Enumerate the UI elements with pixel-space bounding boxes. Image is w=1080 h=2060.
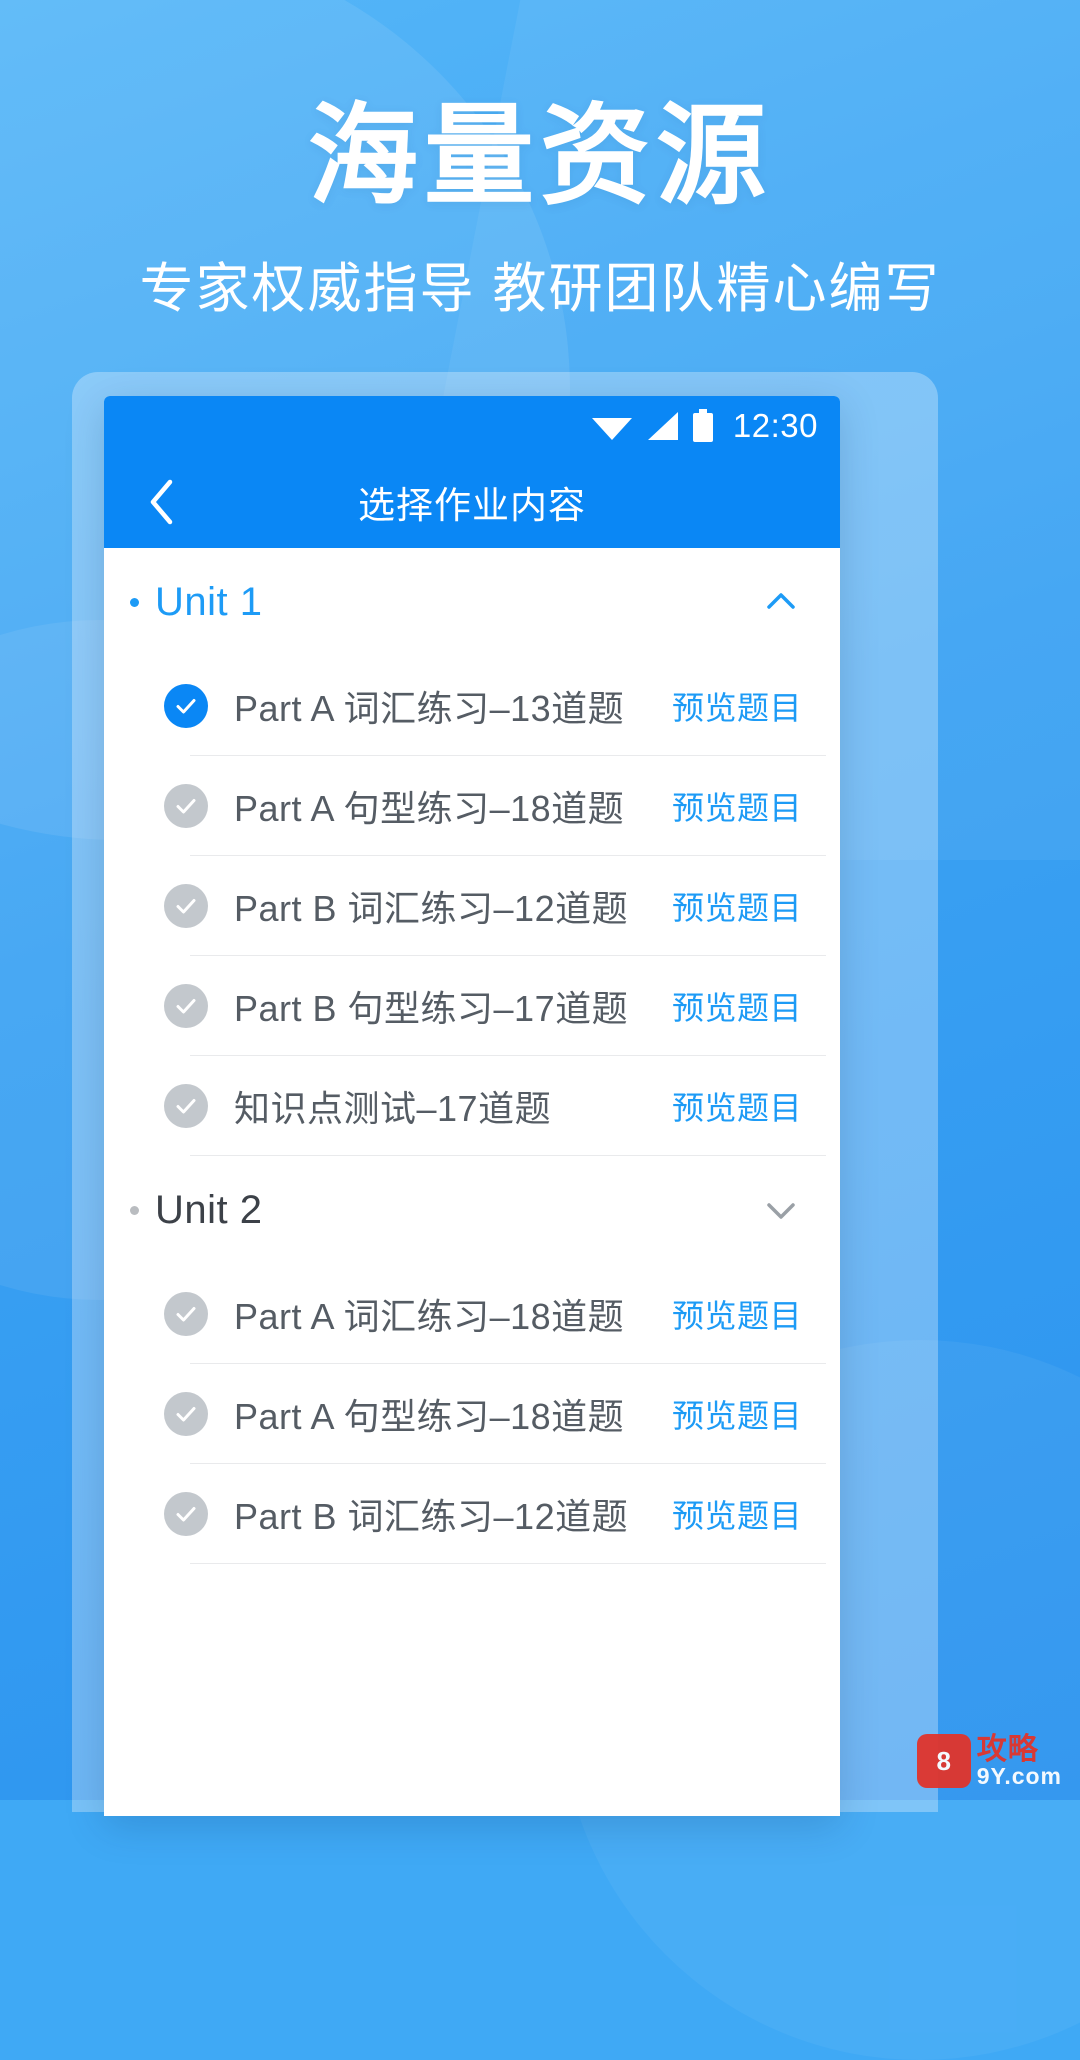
promo-subtitle: 专家权威指导 教研团队精心编写 [139, 258, 941, 319]
check-icon [176, 899, 196, 914]
status-time: 12:30 [732, 407, 818, 444]
preview-questions-link[interactable]: 预览题目 [672, 883, 802, 929]
check-icon [176, 999, 196, 1014]
check-icon [176, 1407, 196, 1422]
preview-questions-link[interactable]: 预览题目 [672, 1083, 802, 1129]
checkbox-unchecked-icon[interactable] [164, 784, 208, 828]
checkbox-unchecked-icon[interactable] [164, 884, 208, 928]
checkbox-checked-icon[interactable] [164, 684, 208, 728]
homework-item-row[interactable]: Part B 词汇练习–12道题 预览题目 [104, 856, 840, 956]
homework-item-label: Part B 词汇练习–12道题 [234, 888, 629, 929]
page-title: 选择作业内容 [358, 485, 586, 526]
battery-icon [691, 409, 715, 443]
homework-item-row[interactable]: Part A 句型练习–18道题 预览题目 [104, 756, 840, 856]
promo-text-block: 海量资源 专家权威指导 教研团队精心编写 [0, 92, 1080, 323]
homework-item-row[interactable]: 知识点测试–17道题 预览题目 [104, 1056, 840, 1156]
site-watermark: 8 攻略 9Y.com [916, 1732, 1062, 1789]
check-icon [176, 1099, 196, 1114]
status-bar: 12:30 [104, 396, 840, 456]
homework-item-label: Part A 句型练习–18道题 [234, 1396, 625, 1437]
unit-toggle-button[interactable] [764, 1193, 798, 1227]
homework-item-row[interactable]: Part A 词汇练习–13道题 预览题目 [104, 656, 840, 756]
check-icon [176, 1507, 196, 1522]
homework-item-row[interactable]: Part B 句型练习–17道题 预览题目 [104, 956, 840, 1056]
homework-item-row[interactable]: Part B 词汇练习–12道题 预览题目 [104, 1464, 840, 1564]
homework-content-list: Unit 1 Part A 词汇练习–13道题 预览题目 Part A 句型练习–18… [104, 548, 840, 1816]
checkbox-unchecked-icon[interactable] [164, 1292, 208, 1336]
checkbox-unchecked-icon[interactable] [164, 984, 208, 1028]
homework-item-label: 知识点测试–17道题 [234, 1088, 552, 1129]
preview-questions-link[interactable]: 预览题目 [672, 783, 802, 829]
preview-questions-link[interactable]: 预览题目 [672, 683, 802, 729]
preview-questions-link[interactable]: 预览题目 [672, 1291, 802, 1337]
back-chevron-icon [150, 479, 173, 525]
checkbox-unchecked-icon[interactable] [164, 1084, 208, 1128]
back-button[interactable] [122, 456, 200, 548]
checkbox-unchecked-icon[interactable] [164, 1492, 208, 1536]
check-icon [176, 799, 196, 814]
unit-bullet-icon [130, 597, 139, 607]
watermark-line1: 攻略 [976, 1732, 1039, 1766]
checkbox-unchecked-icon[interactable] [164, 1392, 208, 1436]
homework-item-label: Part B 句型练习–17道题 [234, 988, 629, 1029]
unit-label: Unit 2 [155, 1187, 263, 1232]
watermark-badge: 8 [916, 1734, 971, 1788]
row-separator [190, 1563, 826, 1564]
homework-item-row[interactable]: Part A 句型练习–18道题 预览题目 [104, 1364, 840, 1464]
homework-item-label: Part A 句型练习–18道题 [234, 788, 625, 829]
homework-item-label: Part A 词汇练习–13道题 [234, 688, 625, 729]
phone-screen: 12:30 选择作业内容 Unit 1 Part A 词汇练习–13道题 预览题目 P… [104, 396, 840, 1816]
unit-bullet-icon [130, 1205, 139, 1215]
promo-title: 海量资源 [308, 95, 772, 218]
wifi-icon [591, 411, 633, 441]
check-icon [176, 699, 196, 714]
homework-item-row[interactable]: Part A 词汇练习–18道题 预览题目 [104, 1264, 840, 1364]
preview-questions-link[interactable]: 预览题目 [672, 1391, 802, 1437]
unit-toggle-button[interactable] [764, 585, 798, 619]
homework-item-label: Part B 词汇练习–12道题 [234, 1496, 629, 1537]
unit-header-row[interactable]: Unit 1 [104, 548, 840, 656]
chevron-up-icon [767, 593, 795, 609]
unit-label: Unit 1 [155, 579, 263, 624]
title-bar: 选择作业内容 [104, 456, 840, 548]
preview-questions-link[interactable]: 预览题目 [672, 1491, 802, 1537]
chevron-down-icon [767, 1203, 795, 1219]
unit-header-row[interactable]: Unit 2 [104, 1156, 840, 1264]
homework-item-label: Part A 词汇练习–18道题 [234, 1296, 625, 1337]
signal-icon [645, 411, 679, 441]
row-separator [190, 1155, 826, 1156]
check-icon [176, 1307, 196, 1322]
preview-questions-link[interactable]: 预览题目 [672, 983, 802, 1029]
watermark-line2: 9Y.com [976, 1762, 1062, 1789]
